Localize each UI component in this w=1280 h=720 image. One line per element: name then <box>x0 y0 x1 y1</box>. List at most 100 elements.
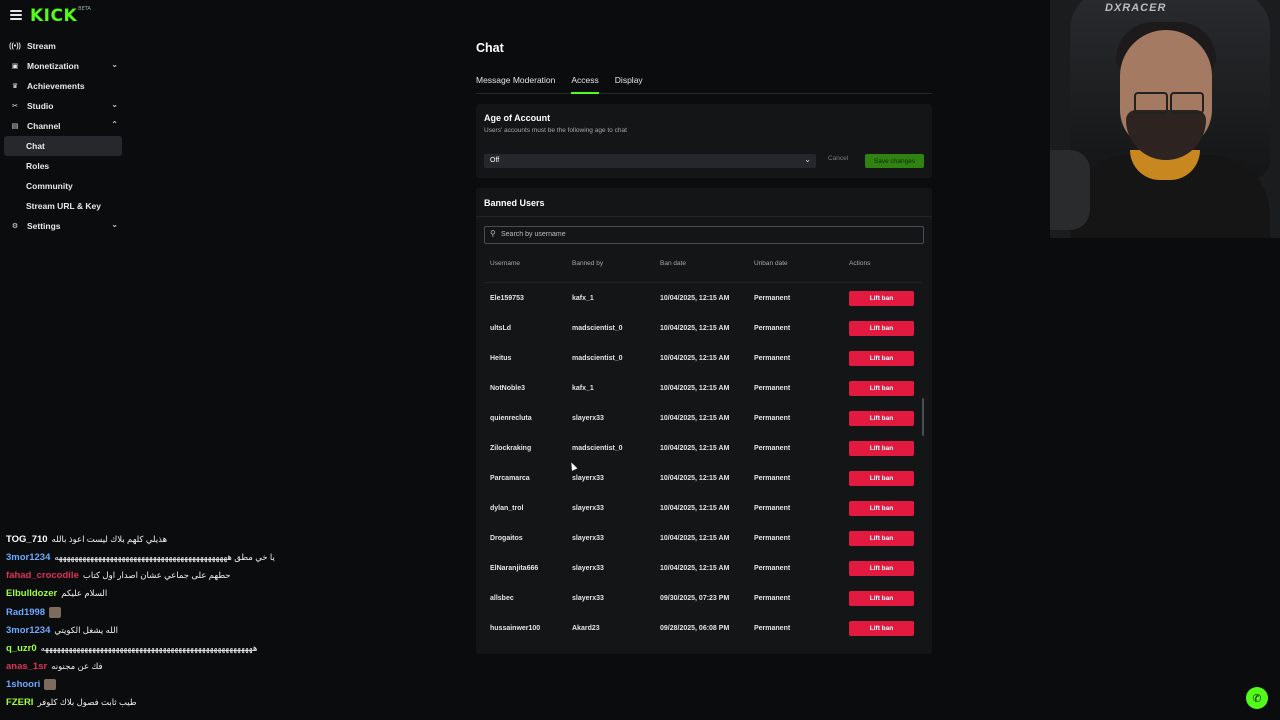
chat-text: هههههههههههههههههههههههههههههههههههههههه… <box>40 642 258 653</box>
cell-banned-by: madscientist_0 <box>572 325 623 332</box>
sidebar-item-community[interactable]: Community <box>4 176 122 196</box>
chat-username[interactable]: FZERI <box>6 697 33 708</box>
tab-message-moderation[interactable]: Message Moderation <box>476 74 555 93</box>
logo-beta: BETA <box>78 6 91 12</box>
chevron-down-icon: ⌄ <box>111 60 118 69</box>
cell-ban-date: 10/04/2025, 12:15 AM <box>660 355 730 362</box>
sidebar-item-channel[interactable]: ▤ Channel ⌃ <box>4 116 122 136</box>
sidebar-item-roles[interactable]: Roles <box>4 156 122 176</box>
save-changes-button[interactable]: Save changes <box>865 154 924 168</box>
column-header-unban-date: Unban date <box>754 260 788 267</box>
emote-icon <box>44 679 57 691</box>
lift-ban-button[interactable]: Lift ban <box>849 501 914 516</box>
sidebar-item-monetization[interactable]: ▣ Monetization ⌄ <box>4 56 122 76</box>
cell-username: hussainwer100 <box>490 625 541 632</box>
table-row: allsbec slayerx33 09/30/2025, 07:23 PM Perm… <box>476 584 932 614</box>
lift-ban-button[interactable]: Lift ban <box>849 381 914 396</box>
chat-text: فك عن مجنونه <box>51 661 103 672</box>
chat-message: 3mor1234 يا خي مطق هههههههههههههههههههههه… <box>6 548 326 566</box>
chat-message: fahad_crocodile حطهم على جماعي عشان اصدار… <box>6 567 326 585</box>
chat-username[interactable]: Elbulldozer <box>6 588 57 599</box>
lift-ban-button[interactable]: Lift ban <box>849 441 914 456</box>
lift-ban-button[interactable]: Lift ban <box>849 321 914 336</box>
tab-access[interactable]: Access <box>571 74 600 94</box>
emote-icon <box>49 606 62 618</box>
table-row: Ele159753 kafx_1 10/04/2025, 12:15 AM Perma… <box>476 284 932 314</box>
chat-username[interactable]: 1shoori <box>6 679 40 690</box>
lift-ban-button[interactable]: Lift ban <box>849 561 914 576</box>
chat-username[interactable]: 3mor1234 <box>6 625 50 636</box>
scrollbar[interactable] <box>922 398 924 436</box>
cell-ban-date: 10/04/2025, 12:15 AM <box>660 475 730 482</box>
cell-banned-by: slayerx33 <box>572 475 604 482</box>
sidebar-item-label: Channel <box>27 121 61 131</box>
table-row: dylan_trol slayerx33 10/04/2025, 12:15 AM P… <box>476 494 932 524</box>
sidebar-item-label: Settings <box>27 221 61 231</box>
sidebar-item-studio[interactable]: ✂ Studio ⌄ <box>4 96 122 116</box>
cell-unban-date: Permanent <box>754 595 791 602</box>
glasses <box>1130 92 1204 114</box>
chat-username[interactable]: 3mor1234 <box>6 552 50 563</box>
chat-message: anas_1sr فك عن مجنونه <box>6 658 326 676</box>
cell-ban-date: 10/04/2025, 12:15 AM <box>660 535 730 542</box>
logo-text: KICK <box>30 6 78 26</box>
chat-message: 1shoori <box>6 676 326 694</box>
lift-ban-button[interactable]: Lift ban <box>849 621 914 636</box>
chat-message: Elbulldozer السلام عليكم <box>6 585 326 603</box>
menu-icon[interactable] <box>10 10 22 20</box>
cell-unban-date: Permanent <box>754 295 791 302</box>
cell-unban-date: Permanent <box>754 415 791 422</box>
sidebar-item-label: Chat <box>26 141 45 151</box>
table-row: Heitus madscientist_0 10/04/2025, 12:15 AM… <box>476 344 932 374</box>
sidebar-item-label: Community <box>26 181 73 191</box>
cell-ban-date: 10/04/2025, 12:15 AM <box>660 385 730 392</box>
search-input[interactable] <box>501 228 901 241</box>
sidebar-item-achievements[interactable]: ♛ Achievements <box>4 76 122 96</box>
search-box[interactable]: ⚲ <box>484 226 924 244</box>
kick-logo[interactable]: KICKBETA <box>30 6 91 26</box>
cell-unban-date: Permanent <box>754 625 791 632</box>
tab-display[interactable]: Display <box>615 74 643 93</box>
lift-ban-button[interactable]: Lift ban <box>849 531 914 546</box>
chat-username[interactable]: TOG_710 <box>6 534 48 545</box>
sidebar-item-stream[interactable]: ((•)) Stream <box>4 36 122 56</box>
lift-ban-button[interactable]: Lift ban <box>849 591 914 606</box>
chat-username[interactable]: anas_1sr <box>6 661 47 672</box>
cell-unban-date: Permanent <box>754 475 791 482</box>
page-title: Chat <box>476 41 504 55</box>
lift-ban-button[interactable]: Lift ban <box>849 351 914 366</box>
cancel-button[interactable]: Cancel <box>828 155 848 162</box>
cell-username: Parcamarca <box>490 475 530 482</box>
cell-ban-date: 10/04/2025, 12:15 AM <box>660 565 730 572</box>
dollar-icon: ▣ <box>11 63 19 70</box>
account-age-select[interactable]: Off ⌄ <box>484 154 816 168</box>
top-bar: KICKBETA <box>0 0 200 32</box>
cell-username: allsbec <box>490 595 514 602</box>
cell-ban-date: 10/04/2025, 12:15 AM <box>660 295 730 302</box>
cell-ban-date: 10/04/2025, 12:15 AM <box>660 505 730 512</box>
chevron-down-icon: ⌄ <box>111 100 118 109</box>
cell-unban-date: Permanent <box>754 445 791 452</box>
divider <box>476 216 932 217</box>
column-header-banned-by: Banned by <box>572 260 604 267</box>
column-header-actions: Actions <box>849 260 871 267</box>
cell-ban-date: 10/04/2025, 12:15 AM <box>660 445 730 452</box>
lift-ban-button[interactable]: Lift ban <box>849 291 914 306</box>
column-header-username: Username <box>490 260 520 267</box>
chat-username[interactable]: q_uzr0 <box>6 643 37 654</box>
cell-unban-date: Permanent <box>754 325 791 332</box>
cell-ban-date: 09/28/2025, 06:08 PM <box>660 625 730 632</box>
sidebar-item-stream-url-key[interactable]: Stream URL & Key <box>4 196 122 216</box>
support-chat-button[interactable]: ✆ <box>1246 687 1268 709</box>
lift-ban-button[interactable]: Lift ban <box>849 471 914 486</box>
cell-banned-by: kafx_1 <box>572 295 594 302</box>
sidebar-item-settings[interactable]: ⚙ Settings ⌄ <box>4 216 122 236</box>
chat-username[interactable]: Rad1998 <box>6 607 45 618</box>
sidebar-item-chat[interactable]: Chat <box>4 136 122 156</box>
lift-ban-button[interactable]: Lift ban <box>849 411 914 426</box>
chat-username[interactable]: fahad_crocodile <box>6 570 79 581</box>
cell-unban-date: Permanent <box>754 385 791 392</box>
cell-username: Ele159753 <box>490 295 524 302</box>
webcam-overlay: DXRACER <box>1050 0 1280 238</box>
cell-username: NotNoble3 <box>490 385 525 392</box>
